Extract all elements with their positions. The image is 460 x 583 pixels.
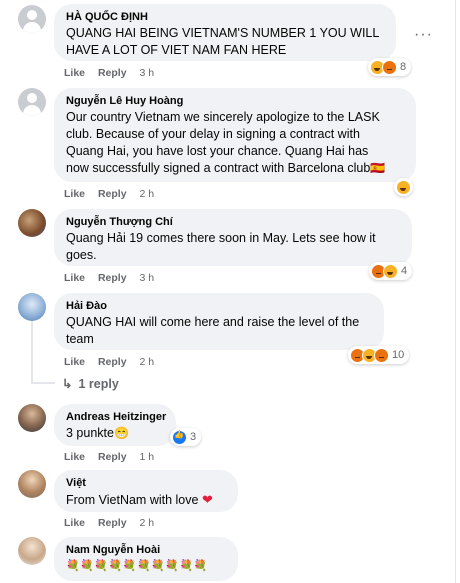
comment-actions: Like Reply 3 h xyxy=(64,272,164,284)
comment-text: Quang Hải 19 comes there soon in May. Le… xyxy=(66,231,376,262)
comment-bubble: HÀ QUỐC ĐỊNH QUANG HAI BEING VIETNAM'S N… xyxy=(54,4,396,61)
reply-button[interactable]: Reply xyxy=(98,272,127,284)
comment-actions: Like Reply 2 h xyxy=(64,356,164,368)
heart-emoji-icon: ❤ xyxy=(201,492,213,507)
like-button[interactable]: Like xyxy=(64,188,85,200)
reaction-count: 3 xyxy=(190,431,197,443)
like-button[interactable]: Like xyxy=(64,272,85,284)
comment-actions: Like Reply 2 h xyxy=(64,517,164,529)
comment-author[interactable]: Nam Nguyễn Hoài xyxy=(66,543,226,558)
reply-button[interactable]: Reply xyxy=(98,356,127,368)
reaction-count: 4 xyxy=(401,265,408,277)
avatar[interactable] xyxy=(18,5,46,33)
avatar[interactable] xyxy=(18,537,46,565)
comment-text: 3 punkte😁 xyxy=(66,426,129,440)
comment-author[interactable]: Việt xyxy=(66,476,226,491)
comment-text: From VietNam with love ❤ xyxy=(66,492,213,507)
reaction-summary[interactable] xyxy=(394,178,413,196)
avatar[interactable] xyxy=(18,293,46,321)
comment-bubble: Nguyễn Thượng Chí Quang Hải 19 comes the… xyxy=(54,209,412,266)
timestamp[interactable]: 2 h xyxy=(139,517,154,529)
timestamp[interactable]: 2 h xyxy=(139,356,154,368)
comment-bubble: Việt From VietNam with love ❤ xyxy=(54,470,238,512)
comment-bubble: Andreas Heitzinger 3 punkte😁 xyxy=(54,404,176,446)
reply-button[interactable]: Reply xyxy=(98,67,127,79)
reaction-count: 8 xyxy=(400,61,407,73)
comment-text: 💐💐💐💐💐💐💐💐💐💐 xyxy=(66,560,208,572)
reaction-count: 10 xyxy=(392,349,405,361)
thread-line xyxy=(31,318,33,384)
avatar[interactable] xyxy=(18,470,46,498)
comment-author[interactable]: Nguyễn Thượng Chí xyxy=(66,215,400,230)
angry-reaction-icon xyxy=(374,347,389,363)
angry-reaction-icon xyxy=(382,59,397,75)
comment-author[interactable]: Andreas Heitzinger xyxy=(66,410,166,425)
comment-actions: Like Reply 1 h xyxy=(64,451,164,463)
view-replies-link[interactable]: ↳ 1 reply xyxy=(62,376,119,391)
more-options-icon[interactable]: ··· xyxy=(414,26,433,44)
timestamp[interactable]: 3 h xyxy=(139,272,154,284)
comment-bubble: Hải Đào QUANG HAI will come here and rai… xyxy=(54,293,384,350)
comment-text: QUANG HAI will come here and raise the l… xyxy=(66,315,360,346)
haha-reaction-icon xyxy=(396,179,411,195)
avatar[interactable] xyxy=(18,404,46,432)
comment-text: QUANG HAI BEING VIETNAM'S NUMBER 1 YOU W… xyxy=(66,26,380,57)
reply-button[interactable]: Reply xyxy=(98,451,127,463)
like-reaction-icon xyxy=(172,429,187,445)
avatar[interactable] xyxy=(18,209,46,237)
comment-text: Our country Vietnam we sincerely apologi… xyxy=(66,110,386,175)
comment-actions: Like Reply 2 h xyxy=(64,188,164,200)
comment-bubble: Nam Nguyễn Hoài 💐💐💐💐💐💐💐💐💐💐 xyxy=(54,537,238,581)
comment-author[interactable]: Nguyễn Lê Huy Hoàng xyxy=(66,94,404,109)
like-button[interactable]: Like xyxy=(64,517,85,529)
timestamp[interactable]: 3 h xyxy=(139,67,154,79)
thread-line xyxy=(31,382,55,384)
comment-bubble: Nguyễn Lê Huy Hoàng Our country Vietnam … xyxy=(54,88,416,182)
reaction-summary[interactable]: 10 xyxy=(348,346,410,364)
like-button[interactable]: Like xyxy=(64,67,85,79)
timestamp[interactable]: 1 h xyxy=(139,451,154,463)
reply-button[interactable]: Reply xyxy=(98,517,127,529)
comment-actions: Like Reply 3 h xyxy=(64,67,164,79)
like-button[interactable]: Like xyxy=(64,356,85,368)
comments-panel: HÀ QUỐC ĐỊNH QUANG HAI BEING VIETNAM'S N… xyxy=(0,0,456,583)
reaction-summary[interactable]: 4 xyxy=(369,262,413,280)
timestamp[interactable]: 2 h xyxy=(139,188,154,200)
avatar[interactable] xyxy=(18,88,46,116)
reaction-summary[interactable]: 3 xyxy=(170,428,202,446)
comment-author[interactable]: HÀ QUỐC ĐỊNH xyxy=(66,10,384,25)
reaction-summary[interactable]: 8 xyxy=(368,58,412,76)
like-button[interactable]: Like xyxy=(64,451,85,463)
comment-author[interactable]: Hải Đào xyxy=(66,299,372,314)
grin-emoji-icon: 😁 xyxy=(113,426,129,440)
reply-button[interactable]: Reply xyxy=(98,188,127,200)
spain-flag-icon: 🇪🇸 xyxy=(370,161,386,175)
reply-arrow-icon: ↳ xyxy=(62,377,73,391)
haha-reaction-icon xyxy=(383,263,398,279)
